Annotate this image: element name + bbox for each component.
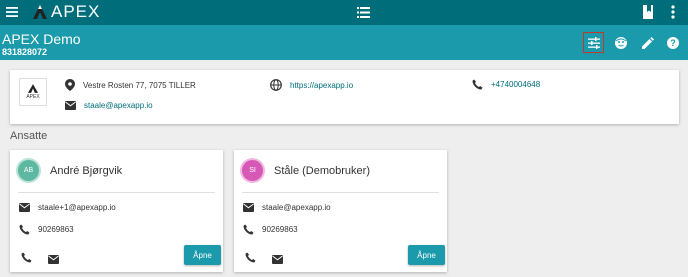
company-website[interactable]: https://apexapp.io: [270, 79, 353, 91]
avatar: SI: [242, 160, 263, 181]
page-header: APEX Demo 831828072 ?: [0, 25, 688, 60]
address-text: Vestre Rosten 77, 7075 TILLER: [83, 80, 196, 90]
employee-card: SI Ståle (Demobruker) staale@apexapp.io …: [234, 150, 447, 272]
employee-phone: 90269863: [19, 224, 74, 235]
phone-link[interactable]: +4740004648: [491, 80, 540, 89]
phone-icon: [19, 224, 30, 235]
globe-icon: [270, 79, 282, 91]
tune-icon: [587, 36, 600, 49]
employee-email-text: staale@apexapp.io: [262, 203, 331, 212]
apex-logo-icon: [33, 5, 47, 19]
email-icon: [65, 101, 76, 110]
location-icon: [65, 79, 75, 91]
phone-icon: [243, 224, 254, 235]
divider: [18, 192, 215, 193]
email-icon: [19, 203, 30, 212]
call-button[interactable]: [245, 250, 257, 263]
email-icon: [272, 255, 283, 264]
email-icon: [48, 255, 59, 264]
company-logo: APEX: [19, 78, 47, 106]
list-icon[interactable]: [357, 6, 370, 19]
brand-name: APEX: [51, 2, 101, 21]
employee-phone: 90269863: [243, 224, 298, 235]
top-app-bar: APEX: [0, 0, 688, 25]
book-icon[interactable]: [641, 4, 655, 20]
company-email[interactable]: staale@apexapp.io: [65, 101, 153, 110]
employee-email: staale@apexapp.io: [243, 203, 331, 212]
phone-icon: [245, 252, 256, 263]
company-address: Vestre Rosten 77, 7075 TILLER: [65, 79, 196, 91]
employee-name: André Bjørgvik: [50, 165, 123, 177]
face-icon: [615, 37, 627, 49]
svg-text:?: ?: [670, 38, 676, 48]
edit-button[interactable]: [638, 34, 656, 52]
email-button[interactable]: [48, 251, 60, 264]
company-info-card: APEX Vestre Rosten 77, 7075 TILLER https…: [10, 70, 679, 124]
website-link[interactable]: https://apexapp.io: [290, 81, 353, 90]
phone-icon: [21, 252, 32, 263]
company-logo-text: APEX: [26, 94, 40, 100]
company-phone[interactable]: +4740004648: [472, 79, 540, 90]
employees-section-title: Ansatte: [10, 130, 48, 142]
divider: [242, 192, 439, 193]
employee-phone-text: 90269863: [262, 225, 298, 234]
apex-logo[interactable]: APEX: [32, 2, 100, 22]
face-button[interactable]: [612, 34, 630, 52]
email-button[interactable]: [272, 251, 284, 264]
menu-icon[interactable]: [5, 5, 19, 19]
help-button[interactable]: ?: [664, 34, 682, 52]
avatar: AB: [18, 160, 39, 181]
edit-icon: [641, 36, 654, 49]
email-link[interactable]: staale@apexapp.io: [84, 101, 153, 110]
org-number: 831828072: [2, 47, 48, 57]
employee-card: AB André Bjørgvik staale+1@apexapp.io 90…: [10, 150, 223, 272]
more-vert-icon[interactable]: [668, 4, 678, 20]
open-employee-button[interactable]: Åpne: [408, 245, 445, 265]
employee-name: Ståle (Demobruker): [274, 165, 370, 177]
phone-icon: [472, 79, 483, 90]
tune-button[interactable]: [583, 32, 604, 53]
employee-phone-text: 90269863: [38, 225, 74, 234]
employee-email: staale+1@apexapp.io: [19, 203, 116, 212]
open-employee-button[interactable]: Åpne: [184, 245, 221, 265]
page-title: APEX Demo: [2, 31, 81, 47]
help-icon: ?: [667, 37, 679, 49]
call-button[interactable]: [21, 250, 33, 263]
email-icon: [243, 203, 254, 212]
employee-email-text: staale+1@apexapp.io: [38, 203, 116, 212]
